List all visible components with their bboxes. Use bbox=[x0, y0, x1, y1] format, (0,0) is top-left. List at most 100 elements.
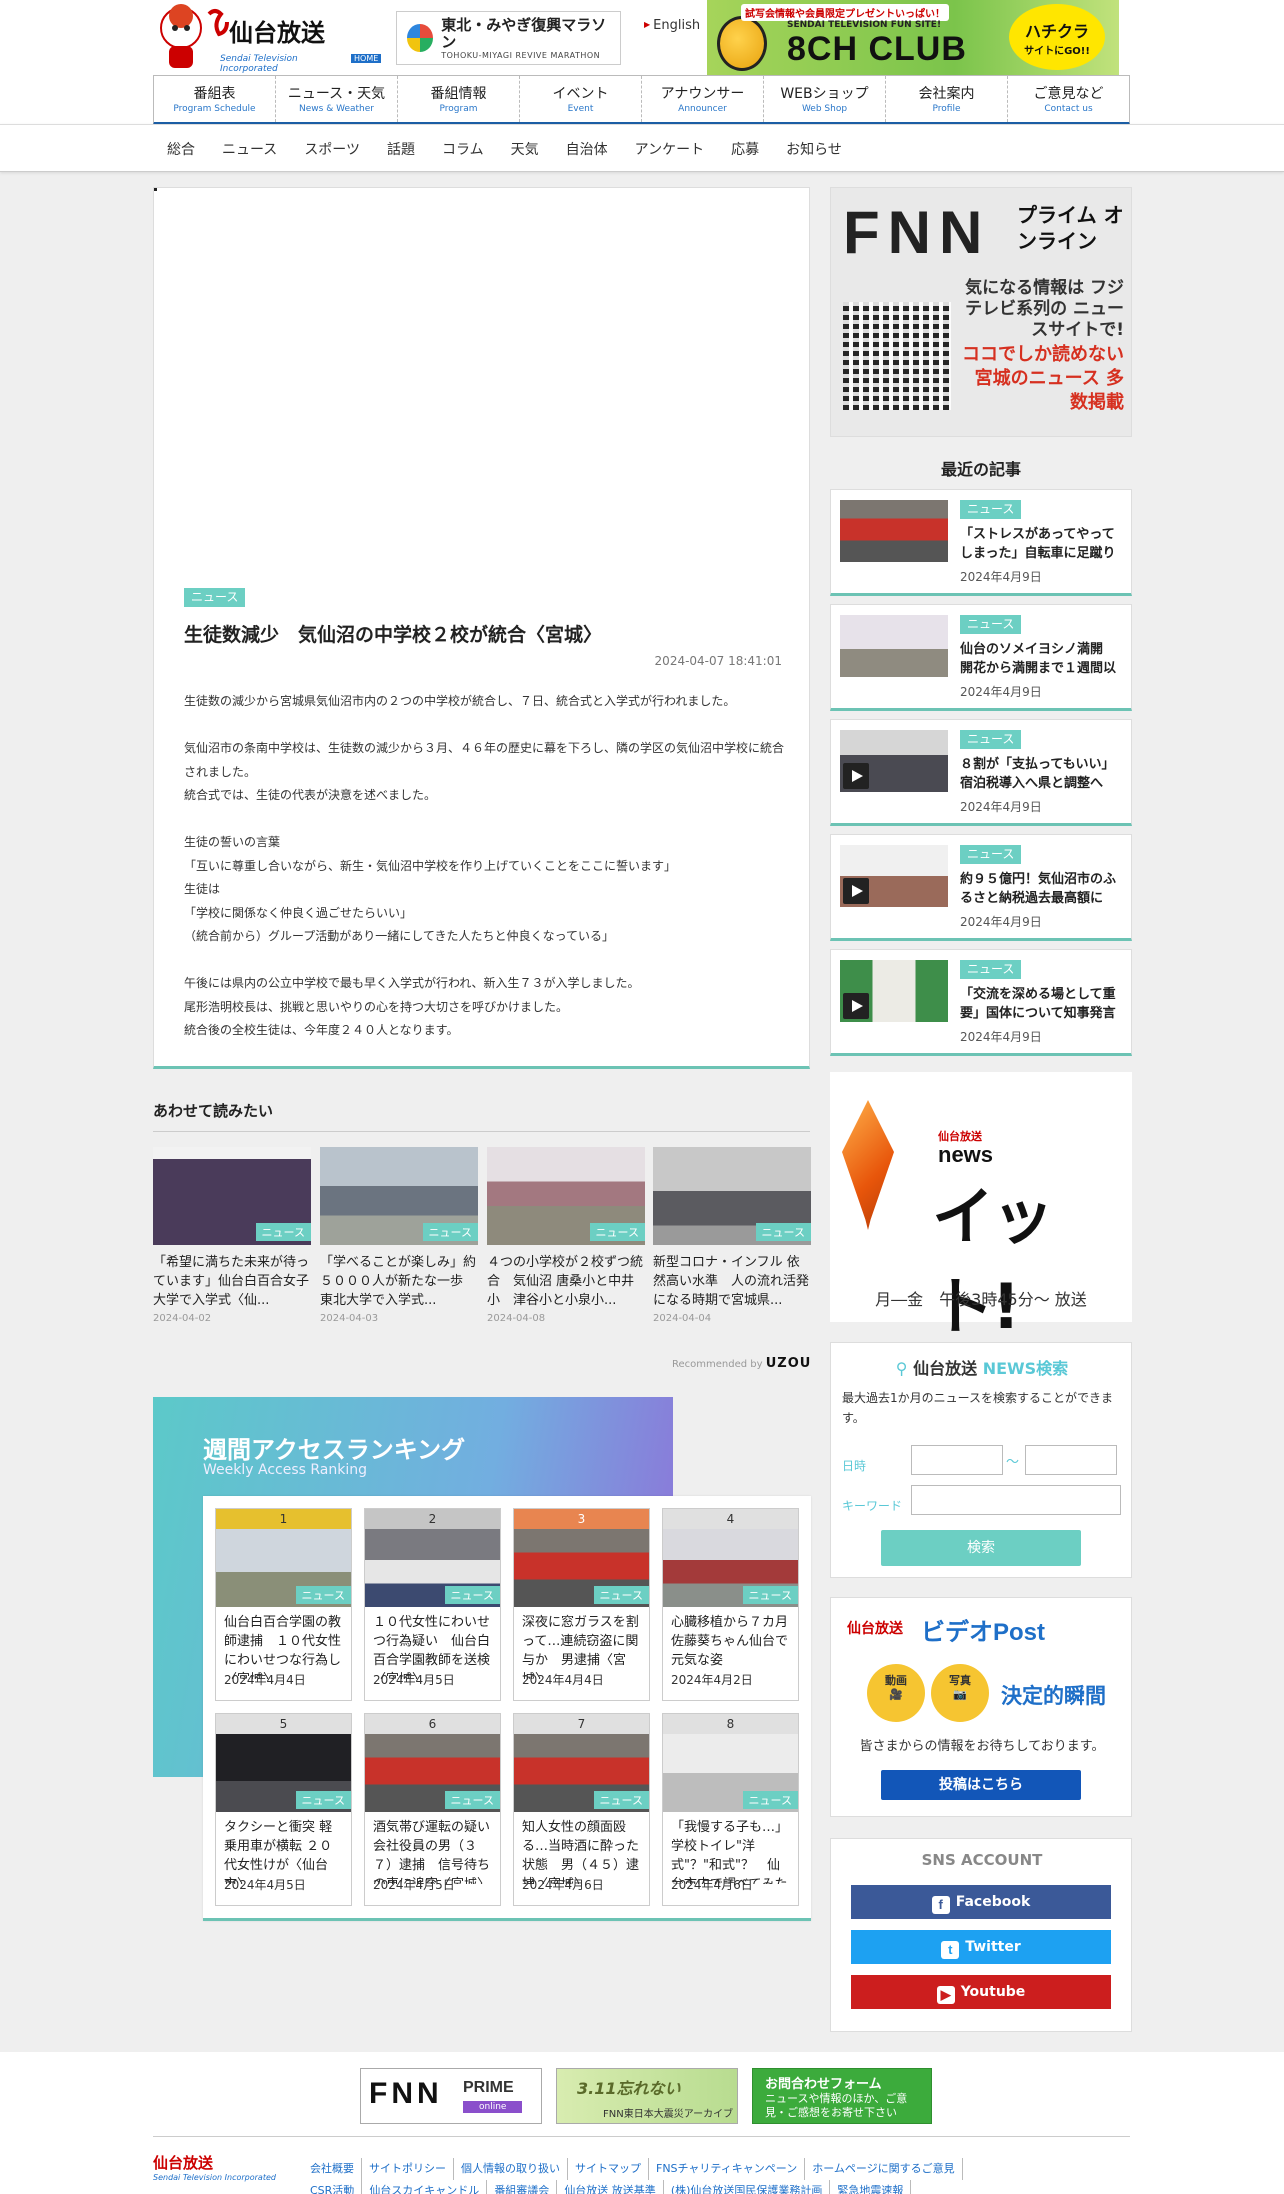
8ch-club-banner[interactable]: 試写会情報や会員限定プレゼントいっぱい！ SENDAI TELEVISION F… bbox=[707, 0, 1119, 75]
fnn-prime-footer-banner[interactable]: FNN PRIME online bbox=[360, 2068, 542, 2124]
twitter-button[interactable]: t Twitter bbox=[851, 1930, 1111, 1964]
sub-nav-item[interactable]: 自治体 bbox=[566, 139, 608, 159]
main-nav-item[interactable]: WEBショップ Web Shop bbox=[764, 76, 886, 122]
main-nav-item[interactable]: イベント Event bbox=[520, 76, 642, 122]
rank-number: 5 bbox=[216, 1714, 351, 1734]
related-thumbnail: ニュース bbox=[487, 1147, 645, 1245]
banner-sub: 試写会情報や会員限定プレゼントいっぱい！ bbox=[741, 4, 949, 21]
main-nav-item[interactable]: ニュース・天気 News & Weather bbox=[276, 76, 398, 122]
keyword-input[interactable] bbox=[911, 1485, 1121, 1515]
facebook-button[interactable]: f Facebook bbox=[851, 1885, 1111, 1919]
footer-link[interactable]: CSR活動 bbox=[303, 2180, 363, 2194]
ranking-tag: ニュース bbox=[444, 1791, 500, 1809]
main-nav-sublabel: News & Weather bbox=[299, 104, 374, 114]
sub-nav-item[interactable]: ニュース bbox=[222, 139, 277, 159]
footer-link[interactable]: 個人情報の取り扱い bbox=[454, 2158, 568, 2180]
related-item[interactable]: ニュース 「学べることが楽しみ」約５０００人が新たな一歩 東北大学で入学式...… bbox=[320, 1147, 478, 1324]
main-nav-item[interactable]: 番組情報 Program bbox=[398, 76, 520, 122]
banner-circle-b: サイトにGO!! bbox=[1024, 46, 1090, 57]
ranking-tag: ニュース bbox=[742, 1791, 798, 1809]
ranking-item[interactable]: 1 ニュース 仙台白百合学園の教師逮捕 １０代女性にわいせつな行為し 〈宮城〉 … bbox=[215, 1508, 352, 1701]
311-archive-banner[interactable]: 3.11忘れない FNN東日本大震災アーカイブ bbox=[556, 2068, 738, 2124]
recent-date: 2024年4月9日 bbox=[960, 1030, 1042, 1044]
footer-link[interactable]: (株)仙台放送国民保護業務計画 bbox=[664, 2180, 831, 2194]
news-ad-news: news bbox=[938, 1142, 994, 1167]
related-item[interactable]: ニュース ４つの小学校が２校ずつ統合 気仙沼 唐桑小と中井小 津谷小と小泉小..… bbox=[487, 1147, 645, 1324]
sub-nav-item[interactable]: アンケート bbox=[635, 139, 704, 159]
sub-nav-item[interactable]: 総合 bbox=[167, 139, 195, 159]
contact-form-banner[interactable]: お問合わせフォーム ニュースや情報のほか、ご意見・ご感想をお寄せ下さい bbox=[752, 2068, 932, 2124]
sub-nav-item[interactable]: 天気 bbox=[511, 139, 539, 159]
recent-item[interactable]: ニュース 「交流を深める場として重要」国体について知事発言 2024年4月9日 bbox=[830, 949, 1132, 1056]
recent-date: 2024年4月9日 bbox=[960, 685, 1042, 699]
footer-link[interactable]: 仙台放送 放送基準 bbox=[557, 2180, 664, 2194]
recent-item[interactable]: ニュース 約９５億円！気仙沼市のふるさと納税過去最高額に 2024年4月9日 bbox=[830, 834, 1132, 941]
sub-nav-item[interactable]: お知らせ bbox=[786, 139, 842, 159]
ranking-subtitle: Weekly Access Ranking bbox=[203, 1462, 367, 1478]
footer-link[interactable]: ホームページに関するご意見 bbox=[805, 2158, 963, 2180]
news-it-ad[interactable]: 仙台放送 news イット! 月―金 午後3時45分～ 放送 bbox=[830, 1072, 1132, 1343]
search-button[interactable]: 検索 bbox=[881, 1530, 1081, 1566]
ranking-tag: ニュース bbox=[295, 1791, 351, 1809]
ranking-item[interactable]: 3 ニュース 深夜に窓ガラスを割って…連続窃盗に関与か 男逮捕〈宮城〉 2024… bbox=[513, 1508, 650, 1701]
recommended-by[interactable]: Recommended by UZOU bbox=[672, 1356, 811, 1371]
related-item[interactable]: ニュース 「希望に満ちた未来が待っています」仙台白百合女子大学で入学式〈仙...… bbox=[153, 1147, 311, 1324]
footer-link[interactable]: 番組審議会 bbox=[487, 2180, 558, 2194]
rank-number: 2 bbox=[365, 1509, 500, 1529]
sub-nav-item[interactable]: 話題 bbox=[387, 139, 415, 159]
related-tag: ニュース bbox=[755, 1223, 811, 1241]
footer-link[interactable]: 緊急地震速報 bbox=[830, 2180, 912, 2194]
site-logo[interactable]: 仙台放送 Sendai Television Incorporated HOME bbox=[153, 0, 382, 74]
ranking-item[interactable]: 5 ニュース タクシーと衝突 軽乗用車が横転 ２０代女性けが〈仙台市〉 2024… bbox=[215, 1713, 352, 1906]
sub-nav-item[interactable]: 応募 bbox=[731, 139, 759, 159]
banner-circle-a: ハチクラ bbox=[1024, 22, 1089, 41]
article-paragraph: 生徒は bbox=[184, 882, 221, 896]
footer-link[interactable]: サイトマップ bbox=[568, 2158, 649, 2180]
ranking-caption: １０代女性にわいせつ行為疑い 仙台白百合学園教師を送検〈宮城〉 bbox=[373, 1615, 491, 1679]
youtube-button[interactable]: ▶ Youtube bbox=[851, 1975, 1111, 2009]
footer-logo-en: Sendai Television Incorporated bbox=[153, 2173, 276, 2182]
date-to-input[interactable] bbox=[1025, 1445, 1117, 1475]
article-card: ニュース 生徒数減少 気仙沼の中学校２校が統合〈宮城〉 2024-04-07 1… bbox=[153, 187, 810, 1069]
sub-nav-item[interactable]: コラム bbox=[442, 139, 484, 159]
play-icon bbox=[843, 878, 869, 904]
ranking-item[interactable]: 6 ニュース 酒気帯び運転の疑い 会社役員の男（３７）逮捕 信号待ちの車に追突〈… bbox=[364, 1713, 501, 1906]
main-nav-item[interactable]: 会社案内 Profile bbox=[886, 76, 1008, 122]
ranking-box: 1 ニュース 仙台白百合学園の教師逮捕 １０代女性にわいせつな行為し 〈宮城〉 … bbox=[203, 1496, 811, 1921]
play-icon bbox=[843, 993, 869, 1019]
ranking-item[interactable]: 7 ニュース 知人女性の顔面殴る…当時酒に酔った状態 男（４５）逮捕〈宮城〉 2… bbox=[513, 1713, 650, 1906]
footer-link[interactable]: サイトポリシー bbox=[362, 2158, 454, 2180]
footer-link[interactable]: 仙台スカイキャンドル bbox=[362, 2180, 488, 2194]
footer-logo-text: 仙台放送 bbox=[153, 2154, 214, 2172]
related-thumbnail: ニュース bbox=[320, 1147, 478, 1245]
ranking-item[interactable]: 4 ニュース 心臓移植から７カ月 佐藤葵ちゃん仙台で元気な姿 2024年4月2日 bbox=[662, 1508, 799, 1701]
recent-item[interactable]: ニュース 「ストレスがあってやってしまった」自転車に足蹴り 2024年4月9日 bbox=[830, 489, 1132, 596]
ranking-date: 2024年4月6日 bbox=[522, 1878, 604, 1892]
footer-link[interactable]: FNSチャリティキャンペーン bbox=[649, 2158, 806, 2180]
main-nav-item[interactable]: 番組表 Program Schedule bbox=[154, 76, 276, 122]
footer-divider bbox=[153, 2136, 1130, 2137]
english-link[interactable]: English bbox=[644, 18, 700, 33]
news-ad-time: 月―金 午後3時45分～ 放送 bbox=[875, 1290, 1087, 1309]
main-nav-item[interactable]: ご意見など Contact us bbox=[1008, 76, 1129, 122]
related-item[interactable]: ニュース 新型コロナ・インフル 依然高い水準 人の流れ活発になる時期で宮城県..… bbox=[653, 1147, 811, 1324]
main-nav-sublabel: Profile bbox=[932, 104, 961, 114]
recent-item[interactable]: ニュース ８割が「支払ってもいい」宿泊税導入へ県と調整へ 2024年4月9日 bbox=[830, 719, 1132, 826]
date-from-input[interactable] bbox=[911, 1445, 1003, 1475]
post-button[interactable]: 投稿はこちら bbox=[881, 1770, 1081, 1800]
main-nav-label: WEBショップ bbox=[780, 86, 869, 102]
main-nav-item[interactable]: アナウンサー Announcer bbox=[642, 76, 764, 122]
sub-nav-item[interactable]: スポーツ bbox=[304, 139, 360, 159]
twitter-icon: t bbox=[941, 1941, 960, 1959]
fnn-prime-ad[interactable]: FNN プライム オンライン 気になる情報は フジテレビ系列の ニュースサイトで… bbox=[830, 187, 1132, 437]
ranking-item[interactable]: 2 ニュース １０代女性にわいせつ行為疑い 仙台白百合学園教師を送検〈宮城〉 2… bbox=[364, 1508, 501, 1701]
recent-item[interactable]: ニュース 仙台のソメイヨシノ満開 開花から満開まで１週間以 2024年4月9日 bbox=[830, 604, 1132, 711]
footer-logo[interactable]: 仙台放送 Sendai Television Incorporated bbox=[153, 2152, 276, 2182]
article-paragraph: 尾形浩明校長は、挑戦と思いやりの心を持つ大切さを呼びかけました。 bbox=[184, 999, 569, 1014]
article-tag[interactable]: ニュース bbox=[184, 588, 246, 607]
marathon-banner[interactable]: 東北・みやぎ復興マラソン TOHOKU-MIYAGI REVIVE MARATH… bbox=[396, 11, 621, 65]
home-badge[interactable]: HOME bbox=[351, 54, 382, 63]
ranking-item[interactable]: 8 ニュース 「我慢する子も…」学校トイレ"洋式"？"和式"？ 仙台市内で調べて… bbox=[662, 1713, 799, 1906]
related-thumbnail: ニュース bbox=[653, 1147, 811, 1245]
footer-link[interactable]: 会社概要 bbox=[303, 2158, 362, 2180]
